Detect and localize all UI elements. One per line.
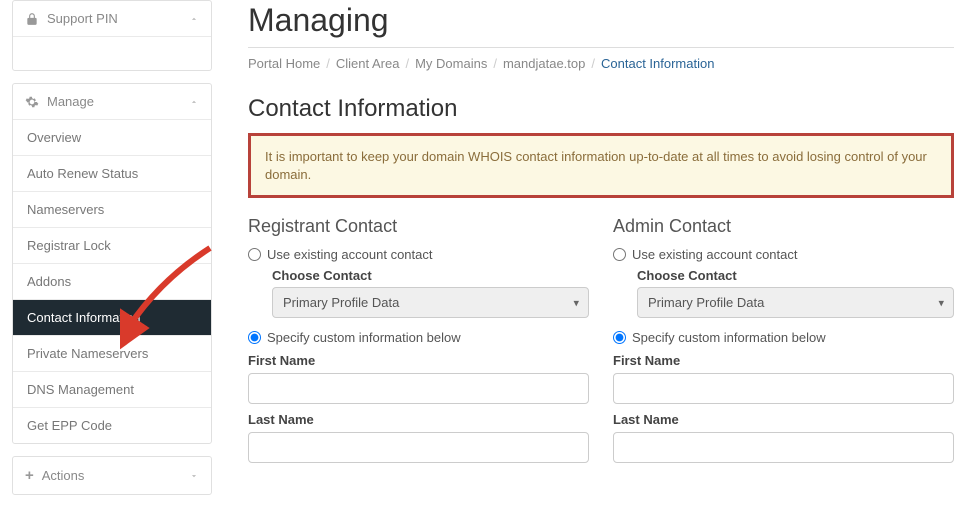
registrant-contact-select[interactable]: Primary Profile Data [272, 287, 589, 318]
divider [248, 47, 954, 48]
breadcrumb-sep: / [326, 56, 330, 71]
sidebar-item-addons[interactable]: Addons [13, 263, 211, 299]
radio-input[interactable] [613, 331, 626, 344]
radio-input[interactable] [248, 331, 261, 344]
chevron-up-icon [189, 97, 199, 107]
choose-contact-label: Choose Contact [272, 268, 589, 283]
first-name-label: First Name [613, 353, 954, 368]
radio-label: Use existing account contact [267, 247, 432, 262]
manage-panel: Manage OverviewAuto Renew StatusNameserv… [12, 83, 212, 444]
support-pin-panel: Support PIN [12, 0, 212, 71]
choose-contact-label: Choose Contact [637, 268, 954, 283]
registrant-last-name-input[interactable] [248, 432, 589, 463]
gear-icon [25, 95, 39, 109]
chevron-down-icon [189, 471, 199, 481]
actions-panel: + Actions [12, 456, 212, 495]
sidebar-item-overview[interactable]: Overview [13, 119, 211, 155]
breadcrumb-sep: / [591, 56, 595, 71]
admin-heading: Admin Contact [613, 216, 954, 237]
radio-label: Use existing account contact [632, 247, 797, 262]
sidebar-item-get-epp-code[interactable]: Get EPP Code [13, 407, 211, 443]
page-title: Managing [248, 2, 954, 39]
actions-label: Actions [42, 468, 85, 483]
first-name-label: First Name [248, 353, 589, 368]
sidebar-item-contact-information[interactable]: Contact Information [13, 299, 211, 335]
admin-contact-column: Admin Contact Use existing account conta… [613, 216, 954, 463]
breadcrumb-link[interactable]: Portal Home [248, 56, 320, 71]
admin-first-name-input[interactable] [613, 373, 954, 404]
sidebar-item-dns-management[interactable]: DNS Management [13, 371, 211, 407]
last-name-label: Last Name [613, 412, 954, 427]
breadcrumb: Portal Home / Client Area / My Domains / mandj… [248, 56, 954, 71]
actions-header[interactable]: + Actions [13, 457, 211, 494]
section-title: Contact Information [248, 95, 954, 123]
radio-label: Specify custom information below [267, 330, 461, 345]
radio-input[interactable] [613, 248, 626, 261]
breadcrumb-current: Contact Information [601, 56, 714, 71]
support-pin-label: Support PIN [47, 11, 118, 26]
breadcrumb-link[interactable]: mandjatae.top [503, 56, 585, 71]
breadcrumb-link[interactable]: Client Area [336, 56, 400, 71]
admin-last-name-input[interactable] [613, 432, 954, 463]
whois-alert: It is important to keep your domain WHOI… [248, 133, 954, 198]
radio-label: Specify custom information below [632, 330, 826, 345]
last-name-label: Last Name [248, 412, 589, 427]
sidebar-item-auto-renew-status[interactable]: Auto Renew Status [13, 155, 211, 191]
plus-icon: + [25, 467, 34, 484]
registrant-contact-column: Registrant Contact Use existing account … [248, 216, 589, 463]
sidebar-item-nameservers[interactable]: Nameservers [13, 191, 211, 227]
registrant-first-name-input[interactable] [248, 373, 589, 404]
admin-radio-custom[interactable]: Specify custom information below [613, 330, 954, 345]
sidebar-item-private-nameservers[interactable]: Private Nameservers [13, 335, 211, 371]
chevron-up-icon [189, 14, 199, 24]
manage-header[interactable]: Manage [13, 84, 211, 119]
registrant-radio-existing[interactable]: Use existing account contact [248, 247, 589, 262]
manage-menu: OverviewAuto Renew StatusNameserversRegi… [13, 119, 211, 443]
sidebar-item-registrar-lock[interactable]: Registrar Lock [13, 227, 211, 263]
support-pin-body [13, 36, 211, 70]
breadcrumb-sep: / [405, 56, 409, 71]
breadcrumb-link[interactable]: My Domains [415, 56, 487, 71]
admin-radio-existing[interactable]: Use existing account contact [613, 247, 954, 262]
breadcrumb-sep: / [493, 56, 497, 71]
manage-label: Manage [47, 94, 94, 109]
registrant-radio-custom[interactable]: Specify custom information below [248, 330, 589, 345]
support-pin-header[interactable]: Support PIN [13, 1, 211, 36]
admin-contact-select[interactable]: Primary Profile Data [637, 287, 954, 318]
radio-input[interactable] [248, 248, 261, 261]
lock-icon [25, 12, 39, 26]
registrant-heading: Registrant Contact [248, 216, 589, 237]
